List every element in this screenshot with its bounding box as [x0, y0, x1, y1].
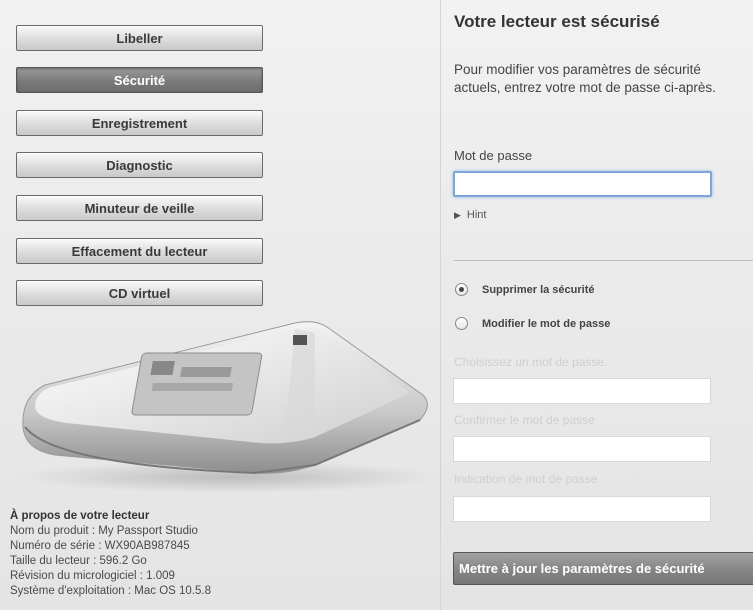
nav-button-effacement-du-lecteur[interactable]: Effacement du lecteur — [16, 238, 263, 264]
update-security-button[interactable]: Mettre à jour les paramètres de sécurité — [453, 552, 753, 585]
about-drive-section: À propos de votre lecteur Nom du produit… — [10, 509, 211, 599]
section-separator — [454, 260, 753, 261]
security-title: Votre lecteur est sécurisé — [454, 12, 660, 31]
nav-button-cd-virtuel[interactable]: CD virtuel — [16, 280, 263, 306]
nav-button-diagnostic[interactable]: Diagnostic — [16, 152, 263, 178]
about-serial-number: Numéro de série : WX90AB987845 — [10, 540, 190, 552]
about-firmware: Révision du micrologiciel : 1.009 — [10, 570, 175, 582]
hint-label: Hint — [466, 209, 487, 221]
password-input[interactable] — [453, 171, 712, 197]
description-line-2: actuels, entrez votre mot de passe ci-ap… — [454, 80, 716, 95]
radio-change-password[interactable]: Modifier le mot de passe — [455, 317, 610, 330]
nav-button-securite[interactable]: Sécurité — [16, 67, 263, 93]
left-panel: Libeller Sécurité Enregistrement Diagnos… — [0, 0, 440, 610]
confirm-password-input[interactable] — [453, 436, 711, 462]
about-heading: À propos de votre lecteur — [10, 510, 150, 522]
drive-image — [20, 321, 440, 493]
about-os: Système d'exploitation : Mac OS 10.5.8 — [10, 585, 211, 597]
password-hint-input[interactable] — [453, 496, 711, 522]
radio-unselected-icon — [455, 317, 468, 330]
radio-remove-security-label: Supprimer la sécurité — [482, 283, 595, 296]
radio-change-password-label: Modifier le mot de passe — [482, 317, 611, 330]
security-panel: Votre lecteur est sécurisé Pour modifier… — [441, 0, 753, 610]
description-line-1: Pour modifier vos paramètres de sécurité — [454, 62, 701, 77]
new-password-input[interactable] — [453, 378, 711, 404]
nav-button-libeller[interactable]: Libeller — [16, 25, 263, 51]
confirm-password-label: Confirmer le mot de passe — [454, 413, 595, 427]
password-label: Mot de passe — [454, 148, 533, 163]
disclosure-triangle-icon: ▶ — [454, 209, 461, 220]
password-hint-label: Indication de mot de passe — [454, 472, 598, 486]
nav-button-minuteur-de-veille[interactable]: Minuteur de veille — [16, 195, 263, 221]
hint-toggle[interactable]: ▶ Hint — [454, 209, 486, 221]
about-drive-size: Taille du lecteur : 596.2 Go — [10, 555, 147, 567]
security-description: Pour modifier vos paramètres de sécurité… — [454, 61, 716, 97]
new-password-label: Choisissez un mot de passe. — [454, 355, 608, 369]
nav-button-enregistrement[interactable]: Enregistrement — [16, 110, 263, 136]
radio-selected-icon — [455, 283, 468, 296]
radio-remove-security[interactable]: Supprimer la sécurité — [455, 283, 595, 296]
about-product-name: Nom du produit : My Passport Studio — [10, 525, 198, 537]
